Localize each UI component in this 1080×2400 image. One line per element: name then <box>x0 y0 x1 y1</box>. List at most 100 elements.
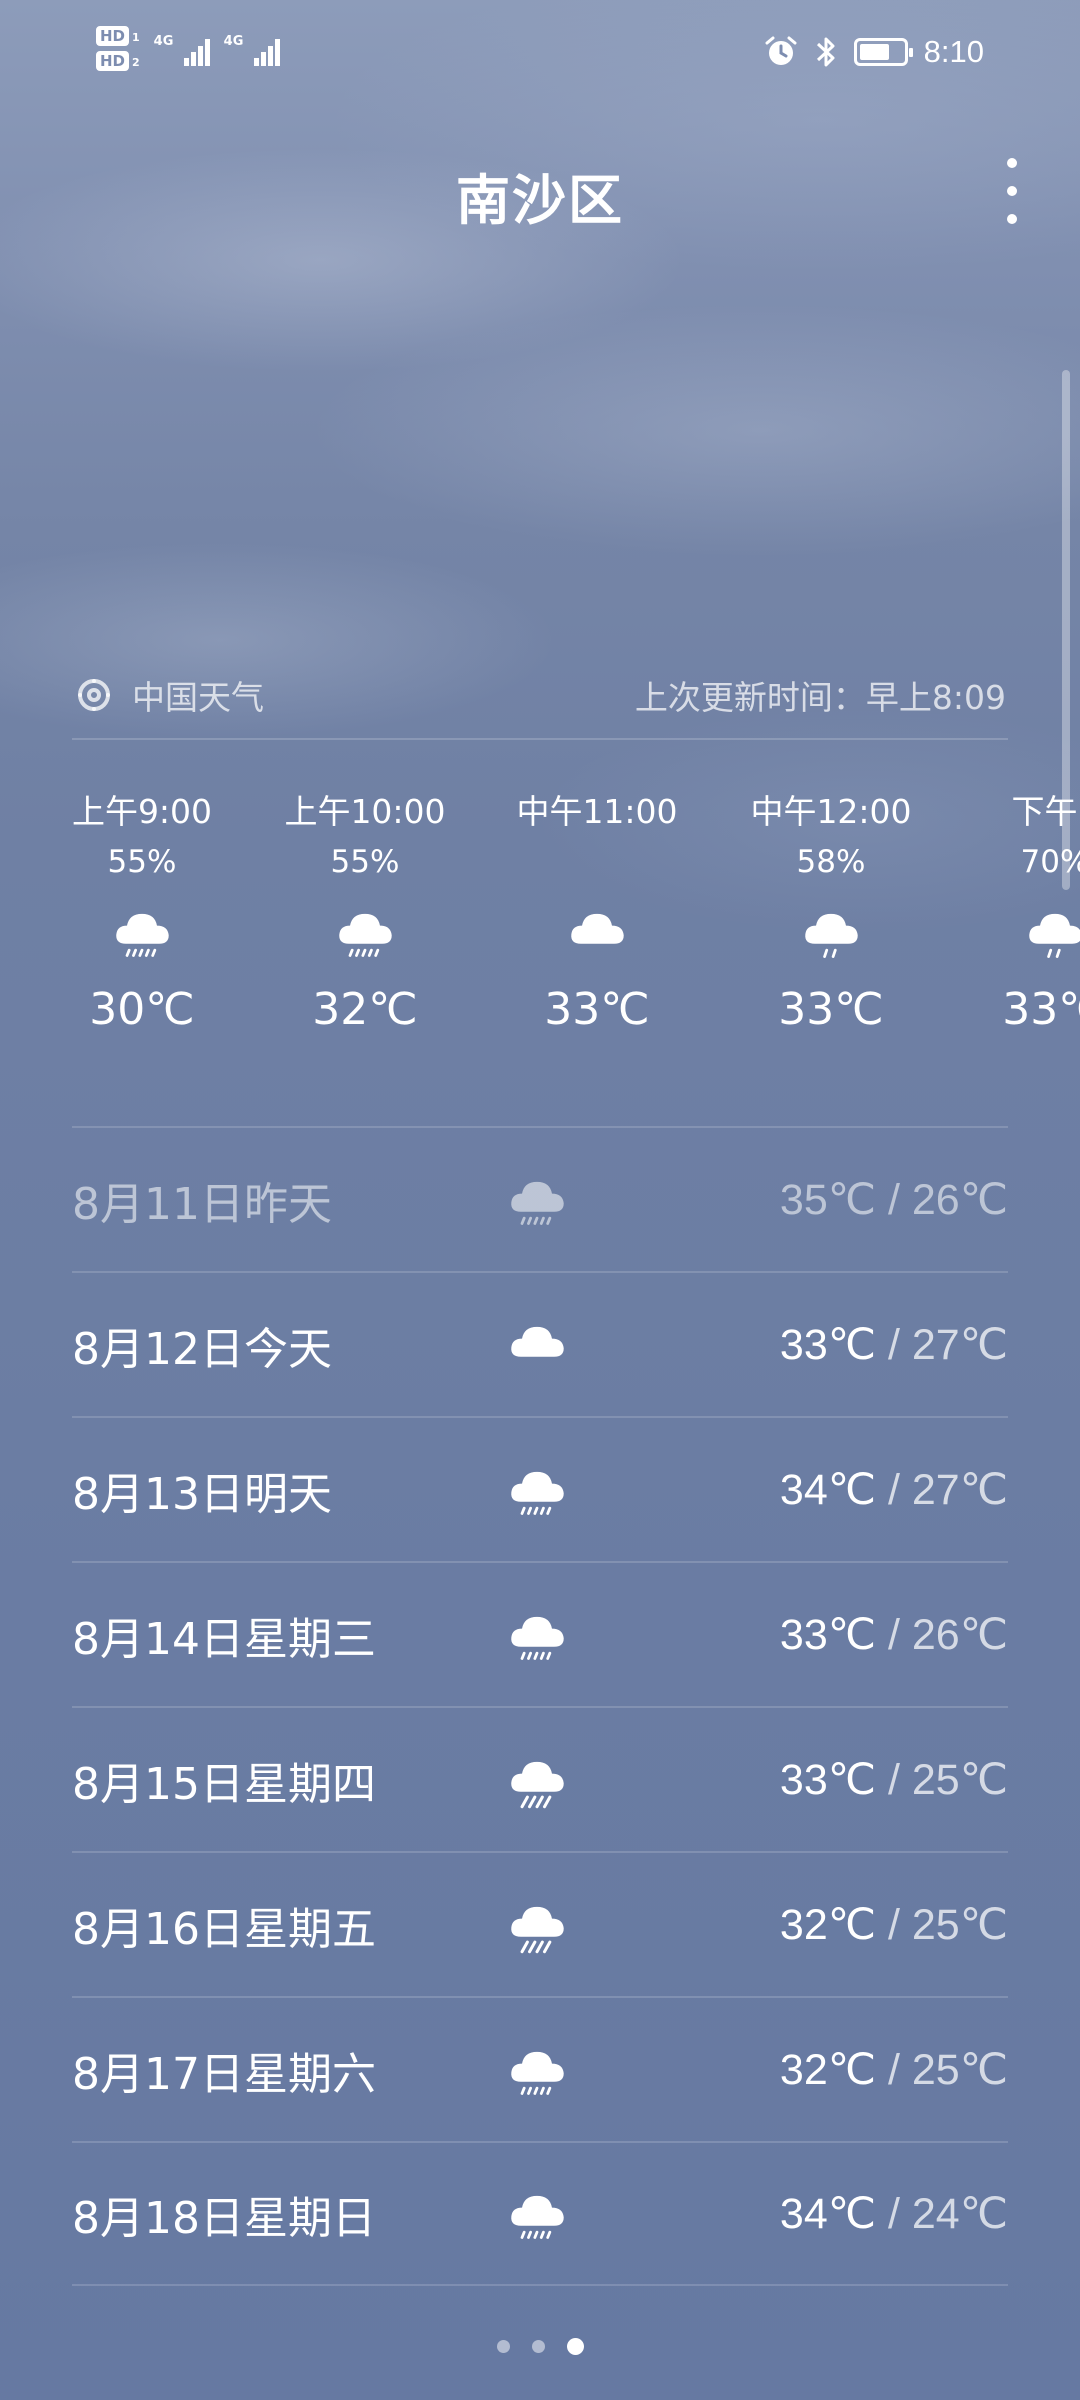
temp-low: 25℃ <box>911 1900 1008 1949</box>
precip-chance: 55% <box>330 844 400 880</box>
rain-cloud-icon <box>250 884 480 980</box>
hourly-item: 下午1 70% 33℃ <box>940 790 1080 1040</box>
temp-high: 32℃ <box>779 2045 877 2094</box>
light-rain-icon <box>716 884 946 980</box>
battery-icon <box>853 38 913 66</box>
daily-row[interactable]: 8月13日明天 34℃ / 27℃ <box>72 1416 1008 1561</box>
provider-name: 中国天气 <box>132 678 264 717</box>
hourly-forecast[interactable]: 上午9:00 55% 30℃ 上午10:00 55% 32℃ 中午11:00 33℃ 中午12:… <box>0 790 1080 1080</box>
temp-separator: / <box>876 1610 912 1659</box>
precip-chance: 70% <box>1020 844 1080 880</box>
hour-temperature: 33℃ <box>1002 984 1080 1035</box>
precip-chance: 55% <box>107 844 177 880</box>
page-dot[interactable] <box>496 2340 510 2353</box>
daily-row[interactable]: 8月15日星期四 33℃ / 25℃ <box>72 1706 1008 1851</box>
precip-chance <box>482 840 712 884</box>
temp-range: 33℃ / 26℃ <box>780 1610 1008 1660</box>
hourly-item: 中午11:00 33℃ <box>482 790 712 1040</box>
hourly-item: 中午12:00 58% 33℃ <box>716 790 946 1040</box>
hour-time: 下午1 <box>1011 792 1080 831</box>
rain-cloud-icon <box>502 1459 622 1521</box>
daily-row[interactable]: 8月11日昨天 35℃ / 26℃ <box>72 1126 1008 1271</box>
temp-range: 34℃ / 24℃ <box>780 2189 1008 2239</box>
status-left: HD 1 HD 2 4G 4G <box>96 26 280 71</box>
cloud-icon <box>482 884 712 980</box>
daily-row[interactable]: 8月16日星期五 32℃ / 25℃ <box>72 1851 1008 1996</box>
temp-low: 27℃ <box>911 1320 1008 1369</box>
temp-low: 25℃ <box>911 1755 1008 1804</box>
page-dot[interactable] <box>531 2340 545 2353</box>
day-date: 8月15日星期四 <box>72 1758 376 1810</box>
temp-range: 32℃ / 25℃ <box>780 2045 1008 2095</box>
temp-separator: / <box>876 2189 912 2238</box>
divider <box>72 738 1008 740</box>
temp-high: 32℃ <box>779 1900 877 1949</box>
rain-cloud-icon <box>502 1169 622 1231</box>
temp-high: 34℃ <box>779 2189 877 2238</box>
heavy-rain-icon <box>502 1749 622 1811</box>
temp-low: 25℃ <box>911 2045 1008 2094</box>
clock-time: 8:10 <box>923 34 984 69</box>
daily-row[interactable]: 8月17日星期六 32℃ / 25℃ <box>72 1996 1008 2141</box>
hour-time: 上午9:00 <box>71 792 213 831</box>
page-dot[interactable] <box>566 2338 584 2355</box>
day-date: 8月18日星期日 <box>72 2192 376 2244</box>
daily-row[interactable]: 8月18日星期日 34℃ / 24℃ <box>72 2141 1008 2286</box>
hourly-item: 上午9:00 55% 30℃ <box>27 790 257 1040</box>
hour-time: 中午12:00 <box>750 792 912 831</box>
temp-separator: / <box>876 1755 912 1804</box>
temp-high: 35℃ <box>779 1175 877 1224</box>
temp-low: 24℃ <box>911 2189 1008 2238</box>
precip-chance: 58% <box>796 844 866 880</box>
hour-temperature: 33℃ <box>778 984 884 1035</box>
temp-high: 33℃ <box>779 1755 877 1804</box>
sim2-indicator: HD 2 <box>96 51 140 71</box>
temp-range: 32℃ / 25℃ <box>780 1900 1008 1950</box>
cloud-icon <box>502 1314 622 1376</box>
hd-indicators: HD 1 HD 2 <box>96 26 140 71</box>
page-indicator <box>0 2338 1080 2355</box>
temp-low: 26℃ <box>911 1610 1008 1659</box>
temp-range: 33℃ / 27℃ <box>780 1320 1008 1370</box>
more-vertical-icon[interactable] <box>1000 158 1024 224</box>
daily-forecast: 8月11日昨天 35℃ / 26℃ 8月12日今天 33℃ / 27℃ 8月13日明天 3… <box>72 1126 1008 2286</box>
signal-2-icon: 4G <box>224 26 280 66</box>
light-rain-icon <box>940 884 1080 980</box>
daily-row[interactable]: 8月14日星期三 33℃ / 26℃ <box>72 1561 1008 1706</box>
hourly-item: 上午10:00 55% 32℃ <box>250 790 480 1040</box>
last-update-time: 上次更新时间：早上8:09 <box>634 678 1006 717</box>
hour-temperature: 30℃ <box>89 984 195 1035</box>
hd-badge-1: HD <box>96 26 130 46</box>
temp-high: 34℃ <box>779 1465 877 1514</box>
provider: 中国天气 <box>74 671 264 719</box>
hour-temperature: 32℃ <box>312 984 418 1035</box>
temp-separator: / <box>876 1175 912 1224</box>
temp-high: 33℃ <box>779 1610 877 1659</box>
temp-low: 26℃ <box>911 1175 1008 1224</box>
hd-badge-2: HD <box>96 51 130 71</box>
source-row: 中国天气 上次更新时间：早上8:09 <box>74 668 1006 722</box>
temp-range: 35℃ / 26℃ <box>780 1175 1008 1225</box>
bluetooth-icon <box>816 37 835 67</box>
network-2-label: 4G <box>223 34 244 49</box>
hour-temperature: 33℃ <box>544 984 650 1035</box>
temp-separator: / <box>876 1465 912 1514</box>
status-bar: HD 1 HD 2 4G 4G 8:10 <box>0 0 1080 110</box>
china-weather-logo-icon <box>78 679 110 711</box>
rain-cloud-icon <box>27 884 257 980</box>
temp-separator: / <box>876 1320 912 1369</box>
day-date: 8月16日星期五 <box>72 1903 376 1955</box>
sim2-index: 2 <box>132 56 140 69</box>
alarm-icon <box>765 36 797 65</box>
signal-1-icon: 4G <box>154 26 210 66</box>
heavy-rain-icon <box>502 1894 622 1956</box>
location-title[interactable]: 南沙区 <box>0 156 1080 235</box>
sim1-indicator: HD 1 <box>96 26 140 46</box>
daily-row[interactable]: 8月12日今天 33℃ / 27℃ <box>72 1271 1008 1416</box>
rain-cloud-icon <box>502 1604 622 1666</box>
rain-cloud-icon <box>502 2183 622 2245</box>
day-date: 8月14日星期三 <box>72 1613 376 1665</box>
day-date: 8月11日昨天 <box>72 1178 332 1230</box>
hour-time: 上午10:00 <box>284 792 446 831</box>
temp-separator: / <box>876 2045 912 2094</box>
